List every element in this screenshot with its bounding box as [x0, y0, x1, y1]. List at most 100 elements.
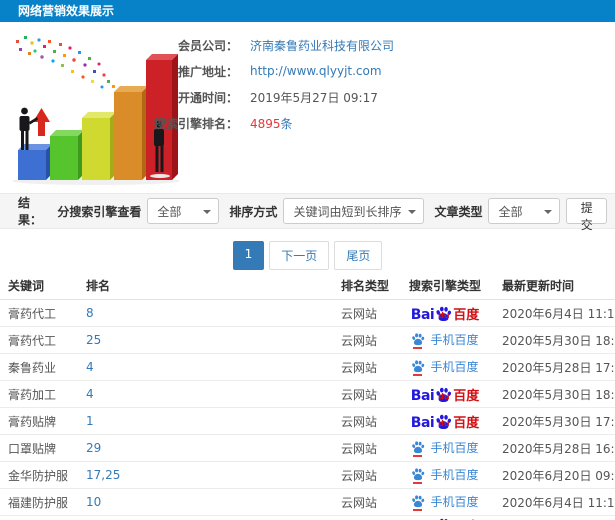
mobile-baidu-underline — [413, 346, 423, 349]
rank-type-cell: 云网站 — [341, 306, 378, 321]
mobile-baidu-paw-icon — [411, 440, 425, 454]
updated-cell: 2020年6月20日 09:25 — [502, 468, 615, 483]
keyword-cell: 福建防护服 — [8, 495, 69, 510]
baidu-logo: Bai du 百度 — [411, 413, 479, 430]
page-titlebar: 网络营销效果展示 — [0, 0, 615, 22]
member-company-label: 会员公司： — [177, 38, 238, 53]
sort-filter-value: 关键词由短到长排序 — [293, 204, 402, 219]
mobile-baidu-underline — [413, 454, 423, 457]
baidu-logo-du-text: du — [438, 310, 450, 320]
mobile-baidu-logo: 手机百度 — [411, 440, 479, 457]
baidu-logo-bai-text: Bai — [410, 414, 435, 430]
rank-link[interactable]: 29 — [86, 441, 101, 455]
engine-cell: 手机百度 — [396, 494, 494, 511]
open-time-label: 开通时间： — [177, 90, 238, 105]
rank-link[interactable]: 10 — [86, 495, 101, 509]
rank-link[interactable]: 25 — [86, 333, 101, 347]
submit-button[interactable]: 提交 — [566, 198, 607, 232]
page-button-last[interactable]: 尾页 — [334, 241, 383, 270]
engine-cell: 手机百度 — [396, 332, 494, 349]
article-type-value: 全部 — [498, 204, 523, 219]
engine-cell: Bai du 百度 — [396, 386, 494, 403]
keyword-cell: 膏药代工 — [8, 306, 57, 321]
baidu-logo-bai-text: Bai — [410, 306, 435, 322]
mobile-baidu-paw-icon — [411, 494, 425, 508]
table-row: 金华防护服 17,25 云网站 手机百度 2020年6月20日 09:25 — [0, 462, 615, 489]
promo-url-label: 推广地址： — [177, 64, 238, 79]
keyword-cell: 口罩贴牌 — [8, 441, 57, 456]
open-time-value: 2019年5月27日 09:17 — [250, 90, 378, 105]
mobile-baidu-underline — [413, 508, 423, 511]
field-promo-url: 推广地址： http://www.qlyyjt.com — [50, 58, 610, 84]
updated-cell: 2020年6月4日 11:10 — [502, 495, 615, 510]
profile-section: 会员公司： 济南秦鲁药业科技有限公司 推广地址： http://www.qlyy… — [0, 28, 615, 188]
sort-filter-label: 排序方式 — [229, 204, 278, 219]
keyword-cell: 秦鲁药业 — [8, 360, 57, 375]
mobile-baidu-logo: 手机百度 — [411, 467, 479, 484]
table-row: 福建防护服 10 云网站 手机百度 2020年6月4日 11:10 — [0, 489, 615, 516]
field-engine-rank-count: 搜索引擎排名： 4895条 — [50, 110, 610, 136]
rank-link[interactable]: 4 — [86, 387, 94, 401]
updated-cell: 2020年6月4日 11:15 — [502, 306, 615, 321]
sort-filter-select[interactable]: 关键词由短到长排序 — [283, 198, 425, 224]
mobile-baidu-label: 手机百度 — [430, 333, 479, 347]
table-row: 秦鲁药业 4 云网站 手机百度 2020年5月28日 17:02 — [0, 354, 615, 381]
table-row: 膏药贴牌 1 云网站 Bai du 百度 2020年5月30日 17:58 — [0, 408, 615, 435]
rank-link[interactable]: 1 — [86, 414, 94, 428]
rank-link[interactable]: 17,25 — [86, 468, 120, 482]
engine-filter-select[interactable]: 全部 — [147, 198, 220, 224]
page-button-current[interactable]: 1 — [232, 241, 265, 270]
table-header-row: 关键词 排名 排名类型 搜索引擎类型 最新更新时间 — [0, 272, 615, 300]
keyword-cell: 膏药加工 — [8, 387, 57, 402]
mobile-baidu-label: 手机百度 — [430, 495, 479, 509]
baidu-logo-du-text: du — [438, 418, 450, 428]
table-row-partial: Bai du 百度 — [0, 516, 615, 520]
promo-url-link[interactable]: http://www.qlyyjt.com — [250, 64, 382, 78]
mobile-baidu-logo: 手机百度 — [411, 494, 479, 511]
filter-bar: 结果： 分搜索引擎查看 全部 排序方式 关键词由短到长排序 文章类型 全部 提交 — [0, 193, 615, 232]
filter-controls: 分搜索引擎查看 全部 排序方式 关键词由短到长排序 文章类型 全部 提交 — [53, 198, 607, 232]
rank-count-number: 4895 — [250, 116, 281, 131]
updated-cell: 2020年5月30日 17:58 — [502, 414, 615, 429]
header-rank-type: 排名类型 — [341, 279, 390, 293]
updated-cell: 2020年5月30日 18:03 — [502, 387, 615, 402]
table-row: 膏药代工 25 云网站 手机百度 2020年5月30日 18:06 — [0, 327, 615, 354]
rank-type-cell: 云网站 — [341, 360, 378, 375]
mobile-baidu-underline — [413, 481, 423, 484]
keyword-cell: 金华防护服 — [8, 468, 69, 483]
baidu-logo: Bai du 百度 — [411, 386, 479, 403]
rank-type-cell: 云网站 — [341, 387, 378, 402]
rank-link[interactable]: 4 — [86, 360, 94, 374]
updated-cell: 2020年5月28日 16:55 — [502, 441, 615, 456]
field-open-time: 开通时间： 2019年5月27日 09:17 — [50, 84, 610, 110]
updated-cell: 2020年5月30日 18:06 — [502, 333, 615, 348]
field-member-company: 会员公司： 济南秦鲁药业科技有限公司 — [50, 32, 610, 58]
engine-cell: 手机百度 — [396, 359, 494, 376]
article-type-select[interactable]: 全部 — [488, 198, 561, 224]
baidu-logo-du-text: du — [438, 391, 450, 401]
member-company-link[interactable]: 济南秦鲁药业科技有限公司 — [250, 37, 394, 54]
engine-filter-label: 分搜索引擎查看 — [57, 204, 142, 219]
page-button-next[interactable]: 下一页 — [269, 241, 330, 270]
engine-rank-count-value: 4895条 — [250, 115, 293, 132]
keyword-cell: 膏药贴牌 — [8, 414, 57, 429]
baidu-logo-cn-text: 百度 — [453, 388, 480, 403]
rank-link[interactable]: 8 — [86, 306, 94, 320]
header-keyword: 关键词 — [8, 279, 45, 293]
mobile-baidu-underline — [413, 373, 423, 376]
updated-cell: 2020年5月28日 17:02 — [502, 360, 615, 375]
result-label: 结果： — [18, 196, 43, 227]
mobile-baidu-logo: 手机百度 — [411, 332, 479, 349]
baidu-logo-bai-text: Bai — [410, 387, 435, 403]
results-table: 关键词 排名 排名类型 搜索引擎类型 最新更新时间 膏药代工 8 云网站 Bai… — [0, 272, 615, 520]
table-body: 膏药代工 8 云网站 Bai du 百度 2020年6月4日 11:15 膏药代… — [0, 300, 615, 520]
pagination: 1 下一页 尾页 — [0, 241, 615, 270]
table-row: 膏药加工 4 云网站 Bai du 百度 2020年5月30日 18:03 — [0, 381, 615, 408]
page-title: 网络营销效果展示 — [18, 4, 115, 18]
table-row: 膏药代工 8 云网站 Bai du 百度 2020年6月4日 11:15 — [0, 300, 615, 327]
header-rank: 排名 — [86, 279, 111, 293]
profile-fields: 会员公司： 济南秦鲁药业科技有限公司 推广地址： http://www.qlyy… — [50, 32, 610, 136]
mobile-baidu-logo: 手机百度 — [411, 359, 479, 376]
mobile-baidu-label: 手机百度 — [430, 441, 479, 455]
rank-type-cell: 云网站 — [341, 495, 378, 510]
